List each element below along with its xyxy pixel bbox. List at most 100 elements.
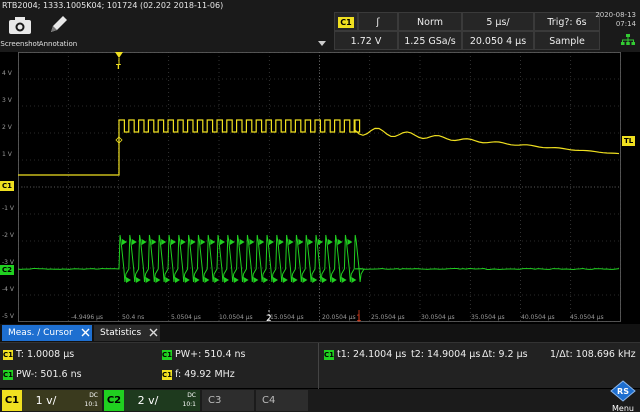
y-label: -4 V [2,286,14,293]
channel-1-coupling: DC [89,391,98,400]
meas-frequency-value: f: 49.92 MHz [175,369,235,380]
ch2-edge-marker [142,239,147,245]
meas-badge: C1 [162,350,172,360]
ch2-edge-marker [308,239,313,245]
menu-label: Menu [608,404,638,412]
measurement-panel: C1 T: 1.0008 µs C1 PW+: 510.4 ns C1 PW-: 50… [0,342,640,388]
ch2-edge-marker [328,239,333,245]
x-label: 15.0504 µs [270,314,304,321]
acquisition-mode[interactable]: Sample [534,31,600,50]
ch2-edge-marker [318,239,323,245]
ch2-edge-marker [132,239,137,245]
channel-4-button[interactable]: C4 [256,390,308,411]
meas-pw-neg[interactable]: C1 PW-: 501.6 ns [3,369,82,380]
instrument-info: RTB2004; 1333.1005K04; 101724 (02.202 20… [2,1,223,10]
waveform-display[interactable]: 2 1T [18,52,621,322]
ch2-edge-marker [220,239,225,245]
panel-divider [318,343,319,389]
trigger-status: Trig?: 6s [534,12,600,31]
trigger-slope[interactable]: ʃ [358,12,398,31]
ch2-edge-marker [347,239,352,245]
ch2-edge-marker [312,277,317,283]
ch2-edge-marker [224,277,229,283]
channel-2-button[interactable]: C2 2 v/ DC 10:1 [104,390,200,411]
trigger-level-marker[interactable]: TL [622,136,635,146]
channel-2-scale: 2 v/ [128,390,168,411]
ch2-edge-marker [122,239,127,245]
pencil-icon [40,14,76,40]
ch2-edge-marker [259,239,264,245]
ch2-offset-marker[interactable]: C2 [0,265,14,275]
y-label: -1 V [2,205,14,212]
trigger-mode[interactable]: Norm [398,12,462,31]
meas-frequency[interactable]: C1 f: 49.92 MHz [162,369,235,380]
ch2-edge-marker [171,239,176,245]
channel-2-probe: 10:1 [183,401,196,408]
ch2-edge-marker [332,277,337,283]
annotation-button[interactable]: Annotation [40,12,76,50]
ch2-edge-marker [338,239,343,245]
ch2-edge-marker [165,277,170,283]
cursor-t2[interactable]: t2: 14.9004 µs [411,349,480,360]
close-icon[interactable] [149,328,158,340]
ch2-edge-marker [204,277,209,283]
trigger-source[interactable]: C1 [334,12,358,31]
meas-pw-neg-value: PW-: 501.6 ns [16,369,82,380]
ch2-edge-marker [342,277,347,283]
tab-statistics-label: Statistics [100,328,141,338]
ch2-edge-marker [161,239,166,245]
timebase-scale[interactable]: 5 µs/ [462,12,534,31]
x-label: 5.0504 µs [171,314,201,321]
ch2-edge-marker [195,277,200,283]
horizontal-position[interactable]: 20.050 4 µs [462,31,534,50]
ch2-edge-marker [146,277,151,283]
ch2-edge-marker [214,277,219,283]
expand-caret-icon[interactable] [318,40,326,50]
x-label: 20.0504 µs [322,314,356,321]
meas-pw-pos-value: PW+: 510.4 ns [175,349,246,360]
menu-button[interactable]: RS Menu [608,380,638,412]
camera-icon [2,14,38,40]
ch1-offset-marker[interactable]: C1 [0,181,14,191]
svg-text:RS: RS [617,387,629,396]
cursor-t1[interactable]: C1 t1: 24.1004 µs [324,349,406,360]
screenshot-button[interactable]: Screenshot [2,12,38,50]
trigger-position-label: T [116,63,121,71]
cursor-inverse-delta-t[interactable]: 1/Δt: 108.696 kHz [550,349,636,360]
ch2-edge-marker [298,239,303,245]
cursor-delta-t[interactable]: Δt: 9.2 µs [482,349,528,360]
channel-1-scale: 1 v/ [26,390,66,411]
ch1-waveform [18,120,619,175]
trigger-level[interactable]: 1.72 V [334,31,398,50]
ch2-edge-marker [200,239,205,245]
ch2-edge-marker [273,277,278,283]
ch2-edge-marker [253,277,258,283]
annotation-label: Annotation [36,40,80,48]
ch2-edge-marker [191,239,196,245]
meas-period[interactable]: C1 T: 1.0008 µs [3,349,74,360]
ch2-edge-marker [151,239,156,245]
y-label: -2 V [2,232,14,239]
channel-1-button[interactable]: C1 1 v/ DC 10:1 [2,390,102,411]
channel-1-probe: 10:1 [85,401,98,408]
meas-pw-pos[interactable]: C1 PW+: 510.4 ns [162,349,246,360]
y-label: 2 V [2,124,12,131]
channel-bar: C1 1 v/ DC 10:1 C2 2 v/ DC 10:1 C3 C4 [0,389,640,412]
tab-meas-cursor[interactable]: Meas. / Cursor [2,325,92,341]
cursor-t1-value: t1: 24.1004 µs [337,349,406,360]
cursor-1-label: 1 [356,314,362,322]
channel-1-name: C1 [2,390,22,411]
ch2-edge-marker [293,277,298,283]
ch2-edge-marker [185,277,190,283]
datetime: 2020-08-13 07:14 [595,11,636,29]
close-icon[interactable] [81,328,90,340]
ch2-edge-marker [126,277,131,283]
meas-period-value: T: 1.0008 µs [16,349,74,360]
ch2-edge-marker [283,277,288,283]
y-label: -5 V [2,313,14,320]
channel-3-button[interactable]: C3 [202,390,254,411]
top-toolbar: RTB2004; 1333.1005K04; 101724 (02.202 20… [0,0,640,52]
ch2-edge-marker [181,239,186,245]
cursor-badge: C1 [324,350,334,360]
trigger-position-marker [115,52,123,58]
